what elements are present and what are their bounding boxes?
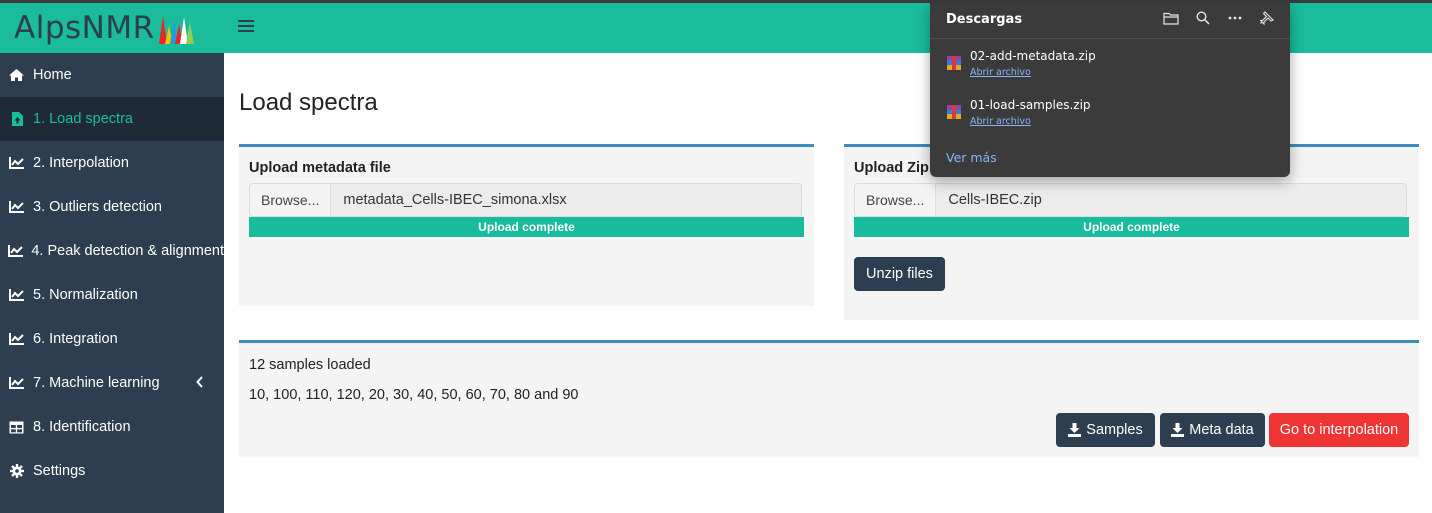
download-item[interactable]: 02-add-metadata.zip Abrir archivo [946,49,1276,89]
pin-icon[interactable] [1258,9,1276,27]
sidebar-item-label: 5. Normalization [33,287,138,303]
sidebar-item-label: 2. Interpolation [33,155,129,171]
sidebar-item-interpolation[interactable]: 2. Interpolation [0,141,224,185]
divider [930,38,1290,39]
sidebar-item-label: Settings [33,463,86,479]
download-file-name: 01-load-samples.zip [970,98,1091,112]
search-icon[interactable] [1194,9,1212,27]
metadata-upload-box: Upload metadata file Browse... metadata_… [239,144,814,306]
folder-icon[interactable] [1162,9,1180,27]
download-metadata-button[interactable]: Meta data [1160,413,1265,447]
sidebar-item-load-spectra[interactable]: 1. Load spectra [0,97,224,141]
file-name-field[interactable]: metadata_Cells-IBEC_simona.xlsx [330,183,803,217]
open-file-link[interactable]: Abrir archivo [970,67,1031,78]
line-chart-icon [0,333,33,345]
gear-icon [0,464,33,478]
logo[interactable]: AlpsNMR [0,3,224,53]
sidebar-item-label: 1. Load spectra [33,111,133,127]
sidebar-item-label: 8. Identification [33,419,131,435]
sidebar-item-outliers[interactable]: 3. Outliers detection [0,185,224,229]
upload-progress-bar: Upload complete [249,217,804,237]
zip-archive-icon [947,56,961,70]
chevron-left-icon[interactable] [196,376,204,392]
browse-button[interactable]: Browse... [854,183,936,217]
button-label: Meta data [1189,422,1254,438]
line-chart-icon [0,157,33,169]
file-upload-icon [0,112,33,126]
zip-file-input[interactable]: Browse... Cells-IBEC.zip [854,183,1408,217]
spectrum-logo-icon [158,16,194,44]
sidebar-item-integration[interactable]: 6. Integration [0,317,224,361]
sidebar-item-label: Home [33,67,72,83]
download-file-name: 02-add-metadata.zip [970,49,1096,63]
sidebar-item-home[interactable]: Home [0,53,224,97]
logo-text: AlpsNMR [14,9,155,46]
download-icon [1171,423,1185,437]
zip-archive-icon [947,105,961,119]
sidebar: Home 1. Load spectra 2. Interpolation 3.… [0,53,224,513]
sidebar-item-normalization[interactable]: 5. Normalization [0,273,224,317]
browse-button[interactable]: Browse... [249,183,331,217]
table-icon [0,421,33,434]
line-chart-icon [0,377,33,389]
metadata-file-input[interactable]: Browse... metadata_Cells-IBEC_simona.xls… [249,183,803,217]
download-icon [1068,423,1082,437]
sidebar-item-identification[interactable]: 8. Identification [0,405,224,449]
sidebar-item-label: 7. Machine learning [33,375,160,391]
downloads-toolbar [1162,9,1276,27]
sidebar-item-settings[interactable]: Settings [0,449,224,493]
downloads-title: Descargas [946,12,1023,27]
menu-toggle-icon[interactable] [238,20,254,34]
sidebar-item-machine-learning[interactable]: 7. Machine learning [0,361,224,405]
samples-list-text: 10, 100, 110, 120, 20, 30, 40, 50, 60, 7… [249,387,579,403]
downloads-panel: Descargas 02-add-metadata.zip Abrir arch… [930,3,1290,177]
download-item[interactable]: 01-load-samples.zip Abrir archivo [946,98,1276,138]
box-title: Upload metadata file [249,160,391,176]
samples-count-text: 12 samples loaded [249,357,371,373]
more-options-icon[interactable] [1226,9,1244,27]
go-to-interpolation-button[interactable]: Go to interpolation [1269,413,1409,447]
unzip-files-button[interactable]: Unzip files [854,257,945,291]
sidebar-item-label: 4. Peak detection & alignment [31,243,224,259]
sidebar-item-label: 6. Integration [33,331,118,347]
box-title: Upload Zip [854,160,929,176]
button-label: Samples [1086,422,1143,438]
sidebar-item-label: 3. Outliers detection [33,199,162,215]
line-chart-icon [0,245,31,257]
download-samples-button[interactable]: Samples [1056,413,1155,447]
open-file-link[interactable]: Abrir archivo [970,116,1031,127]
file-name-field[interactable]: Cells-IBEC.zip [935,183,1408,217]
sidebar-item-peak-detection[interactable]: 4. Peak detection & alignment [0,229,224,273]
line-chart-icon [0,289,33,301]
see-more-link[interactable]: Ver más [946,150,997,165]
upload-progress-bar: Upload complete [854,217,1409,237]
home-icon [0,68,33,82]
samples-box: 12 samples loaded 10, 100, 110, 120, 20,… [239,340,1419,457]
line-chart-icon [0,201,33,213]
page-title: Load spectra [239,89,378,116]
